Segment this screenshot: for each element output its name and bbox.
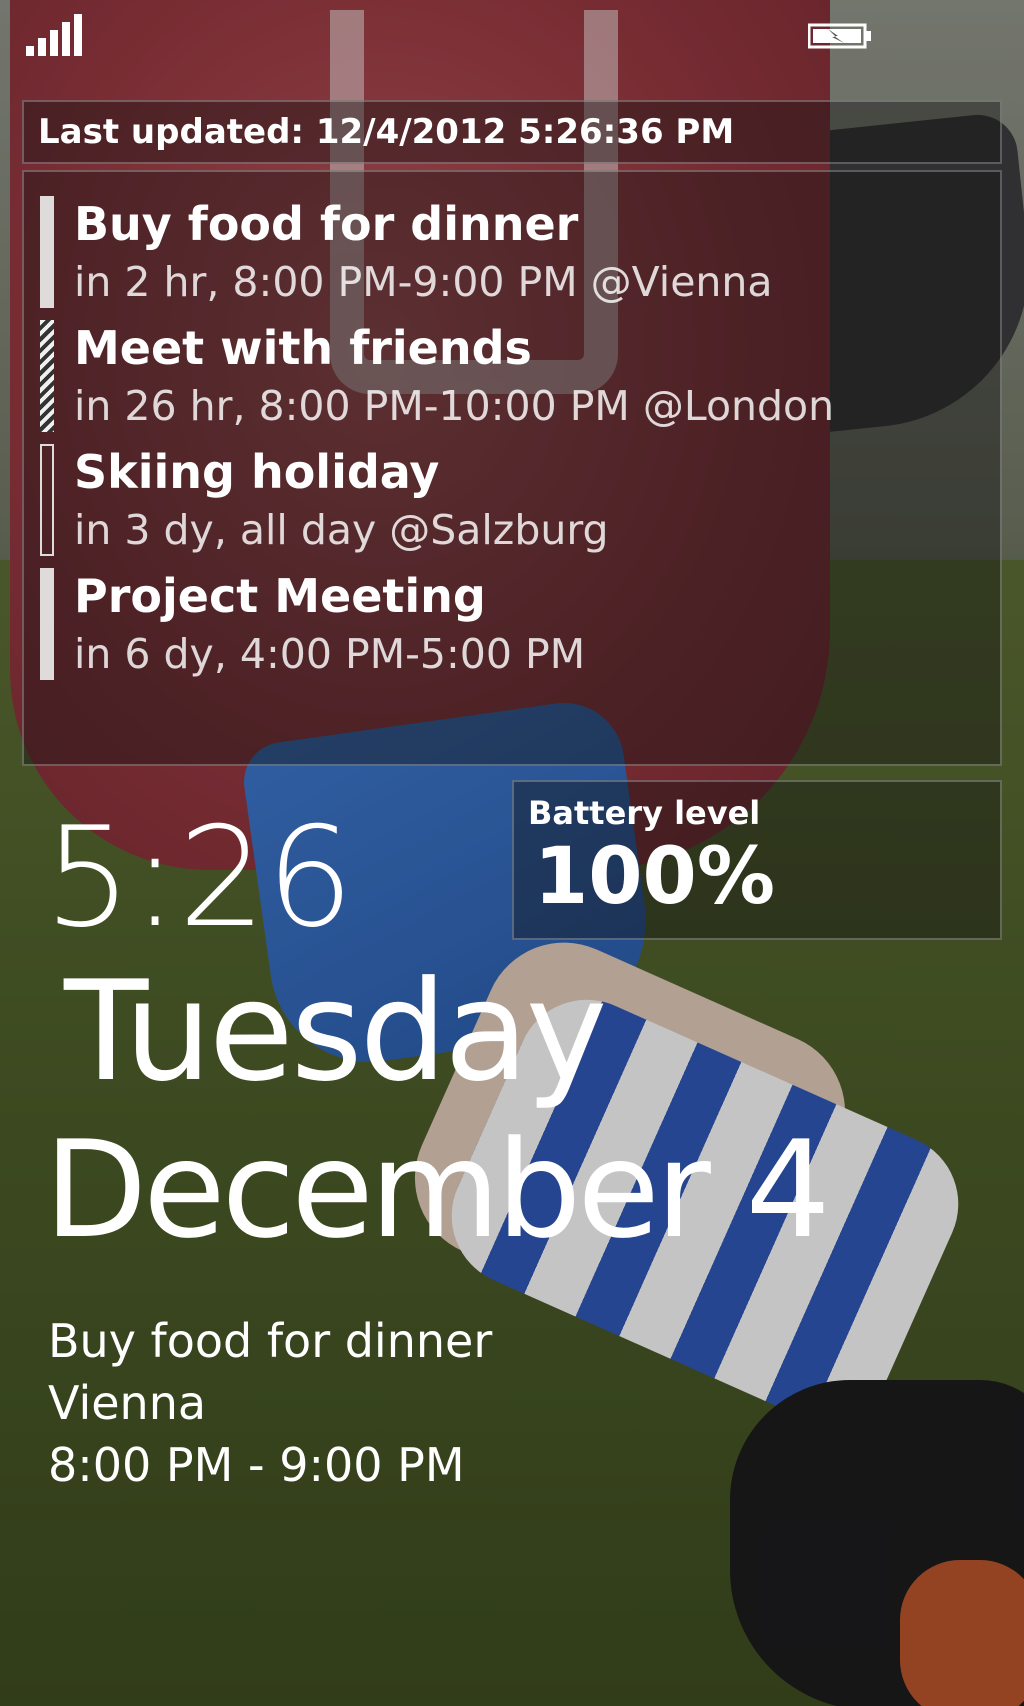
appointment-detail: in 3 dy, all day @Salzburg — [74, 506, 609, 554]
busy-status-bar — [40, 196, 54, 308]
appointment-title: Meet with friends — [74, 321, 532, 375]
tentative-status-bar — [40, 320, 54, 432]
last-updated-panel: Last updated: 12/4/2012 5:26:36 PM — [22, 100, 1002, 164]
appointment-detail: in 2 hr, 8:00 PM-9:00 PM @Vienna — [74, 258, 773, 306]
clock-time: 5:26 — [44, 797, 354, 958]
appointment-item: Meet with friends in 26 hr, 8:00 PM-10:0… — [40, 310, 990, 432]
free-status-bar — [40, 444, 54, 556]
next-appointment-time: 8:00 PM - 9:00 PM — [48, 1438, 465, 1492]
appointment-title: Project Meeting — [74, 569, 486, 623]
battery-level-label: Battery level — [528, 794, 761, 832]
appointment-detail: in 26 hr, 8:00 PM-10:00 PM @London — [74, 382, 835, 430]
appointment-item: Skiing holiday in 3 dy, all day @Salzbur… — [40, 434, 990, 556]
battery-level-value: 100% — [534, 832, 775, 922]
signal-bars-icon — [26, 12, 86, 56]
battery-charging-icon — [808, 23, 871, 49]
battery-level-panel: Battery level 100% — [512, 780, 1002, 940]
clock-day: Tuesday — [64, 951, 607, 1112]
clock-date: December 4 — [44, 1112, 831, 1268]
appointment-item: Buy food for dinner in 2 hr, 8:00 PM-9:0… — [40, 186, 990, 308]
appointment-title: Buy food for dinner — [74, 197, 579, 251]
appointment-item: Project Meeting in 6 dy, 4:00 PM-5:00 PM — [40, 558, 990, 680]
next-appointment: Buy food for dinner Vienna 8:00 PM - 9:0… — [48, 1310, 492, 1496]
next-appointment-title: Buy food for dinner — [48, 1314, 493, 1368]
appointments-panel: Buy food for dinner in 2 hr, 8:00 PM-9:0… — [22, 170, 1002, 766]
last-updated-text: Last updated: 12/4/2012 5:26:36 PM — [38, 112, 735, 152]
appointment-title: Skiing holiday — [74, 445, 440, 499]
busy-status-bar — [40, 568, 54, 680]
next-appointment-location: Vienna — [48, 1376, 207, 1430]
appointment-detail: in 6 dy, 4:00 PM-5:00 PM — [74, 630, 586, 678]
